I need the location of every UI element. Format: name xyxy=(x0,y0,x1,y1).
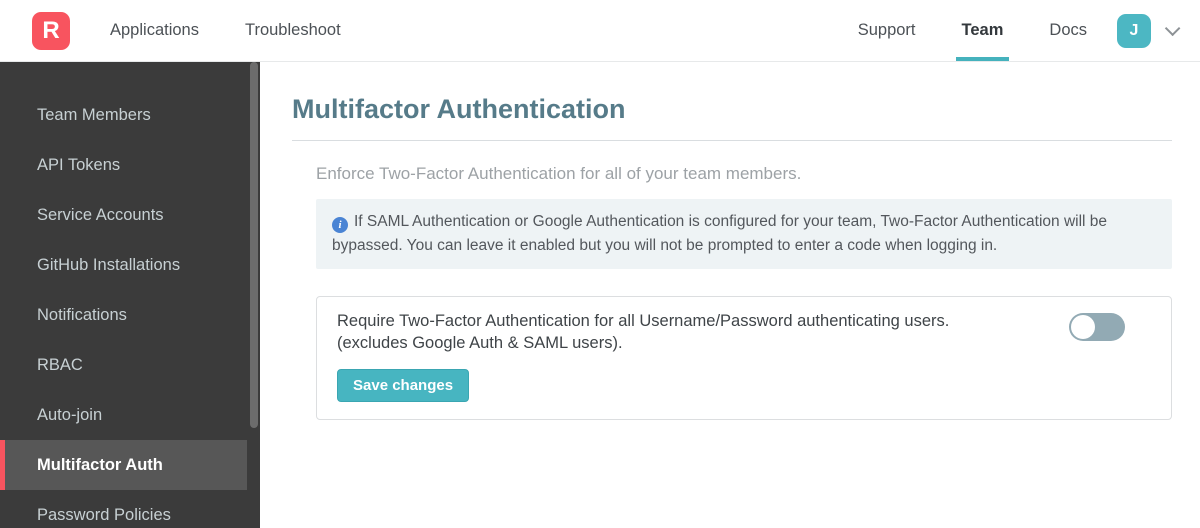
sidebar-item-service-accounts[interactable]: Service Accounts xyxy=(0,190,247,240)
logo-letter: R xyxy=(42,16,60,44)
section-description: Enforce Two-Factor Authentication for al… xyxy=(316,164,802,183)
sidebar-item-label: RBAC xyxy=(37,355,83,374)
secondary-nav: Support Team Docs J xyxy=(812,0,1181,61)
sidebar-item-label: Service Accounts xyxy=(37,205,164,224)
sidebar-item-label: Password Policies xyxy=(37,505,171,524)
info-icon-glyph: i xyxy=(338,219,342,231)
active-tab-underline xyxy=(955,57,1010,61)
toggle-knob xyxy=(1071,315,1095,339)
sidebar-item-github-installations[interactable]: GitHub Installations xyxy=(0,240,247,290)
user-menu[interactable]: J xyxy=(1117,13,1181,48)
two-factor-card: Require Two-Factor Authentication for al… xyxy=(316,296,1172,420)
card-text-line1: Require Two-Factor Authentication for al… xyxy=(337,312,950,330)
nav-label: Docs xyxy=(1049,21,1087,39)
info-circle-icon: i xyxy=(332,217,348,233)
nav-item-applications[interactable]: Applications xyxy=(110,0,199,61)
settings-sidebar: Team Members API Tokens Service Accounts… xyxy=(0,62,260,528)
sidebar-item-label: API Tokens xyxy=(37,155,121,174)
nav-label: Troubleshoot xyxy=(244,21,341,39)
sidebar-scrollbar[interactable] xyxy=(250,62,258,428)
nav-item-team[interactable]: Team xyxy=(955,0,1010,61)
nav-item-docs[interactable]: Docs xyxy=(1049,0,1087,61)
avatar-initial: J xyxy=(1129,21,1139,39)
sidebar-item-label: GitHub Installations xyxy=(37,255,181,274)
card-text-line2: (excludes Google Auth & SAML users). xyxy=(337,334,623,352)
primary-nav: Applications Troubleshoot xyxy=(110,0,387,61)
sidebar-item-notifications[interactable]: Notifications xyxy=(0,290,247,340)
main-content: Multifactor Authentication Enforce Two-F… xyxy=(260,62,1200,528)
sidebar-item-label: Team Members xyxy=(37,105,151,124)
sidebar-item-auto-join[interactable]: Auto-join xyxy=(0,390,247,440)
info-banner-text: If SAML Authentication or Google Authent… xyxy=(332,213,1108,254)
info-banner: i If SAML Authentication or Google Authe… xyxy=(316,199,1172,269)
rollbar-logo[interactable]: R xyxy=(32,11,70,50)
nav-label: Support xyxy=(857,21,916,39)
sidebar-item-api-tokens[interactable]: API Tokens xyxy=(0,140,247,190)
save-changes-button[interactable]: Save changes xyxy=(337,369,470,402)
avatar[interactable]: J xyxy=(1117,13,1151,48)
mfa-section: Enforce Two-Factor Authentication for al… xyxy=(316,164,1172,420)
page-title: Multifactor Authentication xyxy=(292,94,1172,141)
sidebar-item-label: Notifications xyxy=(37,305,127,324)
sidebar-item-password-policies[interactable]: Password Policies xyxy=(0,490,247,528)
sidebar-item-label: Multifactor Auth xyxy=(37,455,163,474)
nav-item-troubleshoot[interactable]: Troubleshoot xyxy=(245,0,341,61)
page-body: Team Members API Tokens Service Accounts… xyxy=(0,62,1200,528)
sidebar-item-team-members[interactable]: Team Members xyxy=(0,90,247,140)
sidebar-item-label: Auto-join xyxy=(37,405,103,424)
sidebar-item-multifactor-auth[interactable]: Multifactor Auth xyxy=(0,440,247,490)
nav-item-support[interactable]: Support xyxy=(858,0,916,61)
top-header: R Applications Troubleshoot Support Team… xyxy=(0,0,1200,62)
chevron-down-icon[interactable] xyxy=(1164,20,1181,37)
sidebar-item-rbac[interactable]: RBAC xyxy=(0,340,247,390)
nav-label: Team xyxy=(961,21,1004,39)
two-factor-toggle[interactable] xyxy=(1069,313,1125,341)
nav-label: Applications xyxy=(110,21,199,39)
